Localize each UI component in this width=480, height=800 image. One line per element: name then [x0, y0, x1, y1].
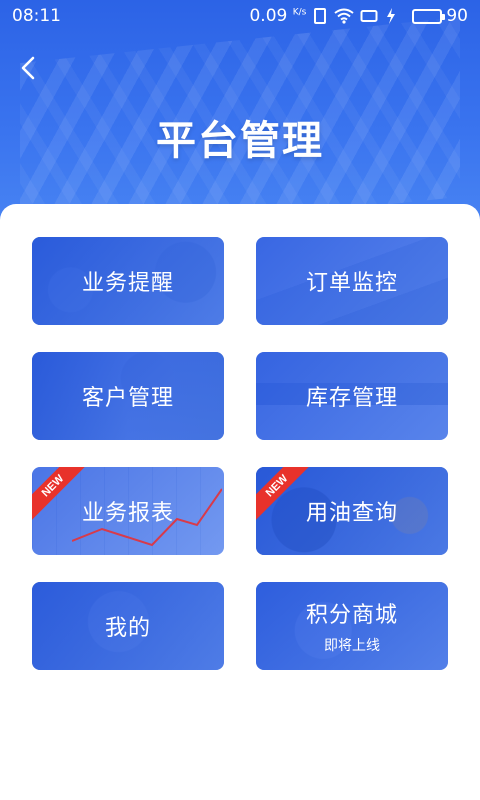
- tile-label: 业务提醒: [81, 271, 174, 296]
- network-speed-value: 0.09: [249, 6, 288, 26]
- status-bar: 08:11 0.09 K/s 90: [0, 0, 480, 32]
- chevron-left-icon: [21, 56, 35, 80]
- tile-label: 我的: [104, 616, 151, 641]
- page-title: 平台管理: [156, 118, 324, 164]
- tile-points-mall[interactable]: 积分商城 即将上线: [256, 582, 448, 670]
- battery-icon: [412, 8, 446, 24]
- screen-mirror-icon: [360, 8, 378, 24]
- network-speed: 0.09 K/s: [249, 6, 306, 26]
- screen: 08:11 0.09 K/s 90 平台管理 业务提醒 订单监控 客户管理 库存…: [0, 0, 480, 800]
- tile-label: 订单监控: [305, 271, 398, 296]
- wifi-icon: [334, 8, 354, 24]
- charging-icon: [386, 8, 404, 24]
- status-time: 08:11: [12, 6, 61, 26]
- status-icons: 0.09 K/s 90: [249, 6, 468, 26]
- tile-label: 用油查询: [305, 501, 398, 526]
- tile-label: 客户管理: [81, 386, 174, 411]
- new-badge: NEW: [32, 467, 94, 529]
- vibrate-icon: [314, 8, 327, 24]
- battery-level: 90: [446, 6, 468, 26]
- tile-label: 库存管理: [305, 386, 398, 411]
- new-badge: NEW: [256, 467, 318, 529]
- tile-label: 业务报表: [81, 501, 174, 526]
- battery-indicator: 90: [412, 6, 468, 26]
- network-speed-unit: K/s: [292, 7, 307, 18]
- tile-sublabel: 即将上线: [324, 638, 380, 654]
- tile-business-report[interactable]: NEW 业务报表: [32, 467, 224, 555]
- tile-business-reminder[interactable]: 业务提醒: [32, 237, 224, 325]
- tile-inventory-management[interactable]: 库存管理: [256, 352, 448, 440]
- tile-order-monitor[interactable]: 订单监控: [256, 237, 448, 325]
- tile-oil-query[interactable]: NEW 用油查询: [256, 467, 448, 555]
- back-button[interactable]: [12, 52, 44, 84]
- tile-customer-management[interactable]: 客户管理: [32, 352, 224, 440]
- tile-label: 积分商城: [305, 603, 398, 628]
- tile-mine[interactable]: 我的: [32, 582, 224, 670]
